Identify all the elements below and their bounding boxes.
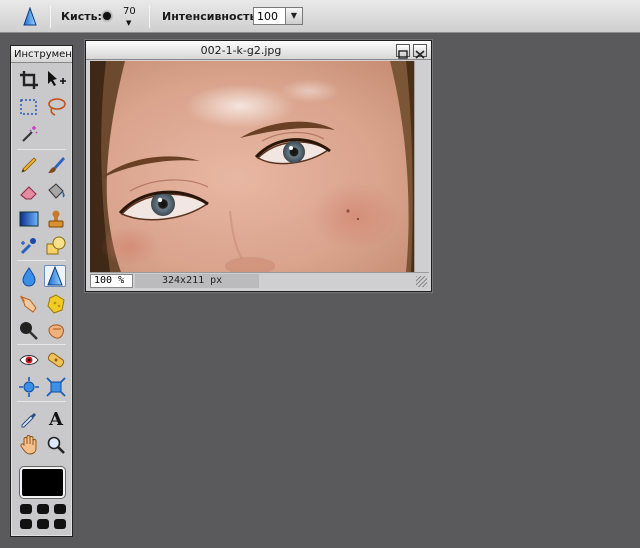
color-picker-icon[interactable] <box>18 407 40 429</box>
image-window: 002-1-k-g2.jpg 100 % 324x211 px <box>85 40 432 292</box>
magic-wand-icon[interactable] <box>18 123 40 145</box>
sponge-icon[interactable] <box>45 293 67 315</box>
sharpen-icon[interactable] <box>44 265 66 287</box>
type-icon[interactable]: A <box>45 407 67 429</box>
paint-bucket-icon[interactable] <box>45 181 67 203</box>
resize-grip-icon[interactable] <box>416 276 427 287</box>
brush-label: Кисть: <box>61 10 102 23</box>
spot-heal-icon[interactable] <box>45 349 67 371</box>
eraser-icon[interactable] <box>18 181 40 203</box>
hand-icon[interactable] <box>18 434 40 456</box>
chevron-down-icon[interactable]: ▼ <box>285 8 302 24</box>
brush-dropdown-icon[interactable]: ▼ <box>126 19 131 27</box>
brush-preview-icon[interactable] <box>103 12 111 20</box>
zoom-icon[interactable] <box>45 434 67 456</box>
blur-icon[interactable] <box>18 266 40 288</box>
image-window-titlebar[interactable]: 002-1-k-g2.jpg <box>86 41 431 60</box>
image-canvas[interactable] <box>90 61 414 272</box>
lasso-icon[interactable] <box>45 96 67 118</box>
intensity-label: Интенсивность: <box>162 10 261 23</box>
clone-stamp-icon[interactable] <box>45 208 67 230</box>
tools-divider <box>17 401 66 402</box>
options-divider <box>50 5 51 28</box>
color-replace-icon[interactable] <box>18 235 40 257</box>
options-bar: Кисть: 70 ▼ Интенсивность: 100 ▼ <box>0 0 640 33</box>
foreground-color-swatch[interactable] <box>20 467 65 498</box>
tools-divider <box>17 344 66 345</box>
sharpen-tool-icon[interactable] <box>22 6 38 26</box>
burn-icon[interactable] <box>45 320 67 342</box>
image-dimensions: 324x211 px <box>135 274 259 288</box>
smudge-icon[interactable] <box>18 293 40 315</box>
move-icon[interactable] <box>45 69 67 91</box>
brush-icon[interactable] <box>45 154 67 176</box>
gradient-icon[interactable] <box>18 208 40 230</box>
zoom-level-field[interactable]: 100 % <box>90 274 133 288</box>
panel-grid-icon[interactable] <box>20 504 66 532</box>
maximize-button[interactable] <box>396 44 410 59</box>
rect-select-icon[interactable] <box>18 96 40 118</box>
image-status-bar: 100 % 324x211 px <box>90 272 429 289</box>
brush-size-value[interactable]: 70 <box>123 6 136 17</box>
pencil-icon[interactable] <box>18 154 40 176</box>
tools-divider <box>17 260 66 261</box>
vertical-scrollbar[interactable] <box>414 61 429 272</box>
options-divider <box>149 5 150 28</box>
shape-icon[interactable] <box>45 235 67 257</box>
pinch-icon[interactable] <box>45 376 67 398</box>
tools-panel: Инструмен A <box>10 45 73 537</box>
dodge-icon[interactable] <box>18 320 40 342</box>
tools-divider <box>17 149 66 150</box>
crop-icon[interactable] <box>18 69 40 91</box>
tools-panel-title[interactable]: Инструмен <box>11 46 72 63</box>
intensity-select[interactable]: 100 ▼ <box>253 7 303 25</box>
bloat-icon[interactable] <box>18 376 40 398</box>
svg-text:A: A <box>48 409 64 429</box>
red-eye-icon[interactable] <box>18 349 40 371</box>
image-window-title: 002-1-k-g2.jpg <box>200 44 282 57</box>
close-button[interactable] <box>413 44 427 59</box>
intensity-value: 100 <box>257 10 278 23</box>
